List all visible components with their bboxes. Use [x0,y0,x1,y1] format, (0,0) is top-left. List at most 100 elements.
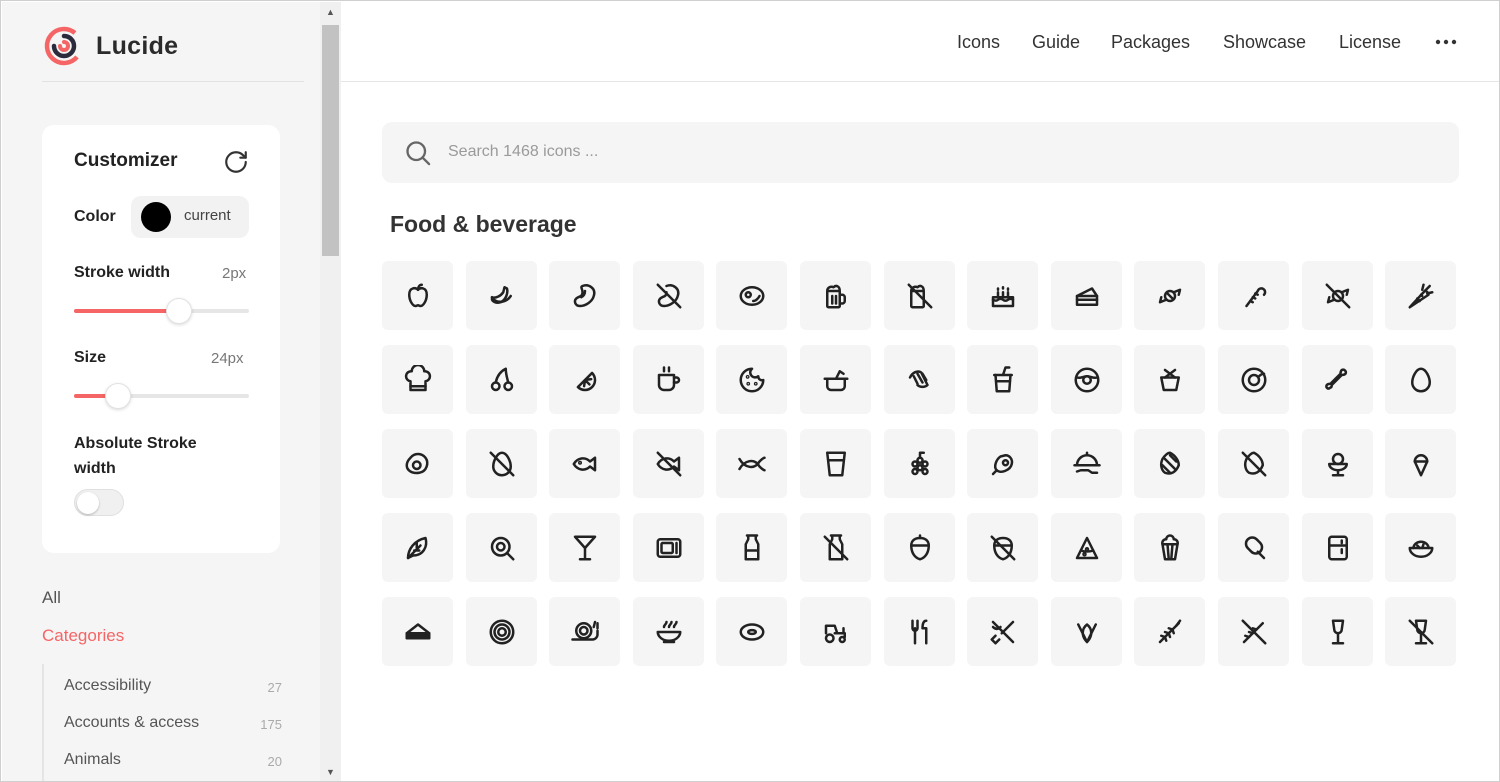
icon-tile-popcorn[interactable] [1134,513,1205,582]
icon-tile-hop-off[interactable] [1218,429,1289,498]
icon-tile-vegan[interactable] [1051,597,1122,666]
icon-tile-nut-off[interactable] [967,513,1038,582]
category-item[interactable]: Accessibility 27 [64,668,282,698]
rotate-cw-icon[interactable] [223,149,249,175]
icon-tile-tractor[interactable] [800,597,871,666]
icon-tile-nut[interactable] [884,513,955,582]
icon-tile-croissant[interactable] [884,345,955,414]
icon-tile-cooking-pot[interactable] [800,345,871,414]
refrigerator-icon [1327,535,1348,560]
color-swatch[interactable] [141,202,171,232]
icon-tile-cup-soda[interactable] [967,345,1038,414]
category-item[interactable]: Accounts & access 175 [64,705,282,735]
size-slider[interactable] [74,383,249,409]
stroke-width-slider[interactable] [74,298,249,324]
icon-tile-dumbbell-bone[interactable] [1302,345,1373,414]
scroll-down-arrow-icon[interactable]: ▼ [320,762,341,781]
icon-tile-ice-cream-bowl[interactable] [1302,429,1373,498]
more-horizontal-icon[interactable] [1435,39,1457,45]
scroll-up-arrow-icon[interactable]: ▲ [320,2,341,22]
icon-tile-cherry[interactable] [466,345,537,414]
slider-thumb[interactable] [166,298,192,324]
nav-packages[interactable]: Packages [1111,32,1190,53]
color-value[interactable]: current [184,207,231,224]
icon-tile-snail[interactable] [549,597,620,666]
nav-all[interactable]: All [42,588,61,608]
ice-cream-bowl-icon [1327,452,1348,476]
icon-tile-shell[interactable] [466,597,537,666]
icon-tile-drumstick[interactable] [1218,345,1289,414]
icon-tile-ice-cream-cone[interactable] [1385,429,1456,498]
icon-tile-wheat-off[interactable] [1218,597,1289,666]
icon-tile-hop[interactable] [1134,429,1205,498]
icon-tile-egg[interactable] [1385,345,1456,414]
icon-tile-lollipop[interactable] [466,513,537,582]
brand[interactable]: Lucide [42,24,178,68]
icon-tile-martini[interactable] [549,513,620,582]
icon-tile-utensils-crossed[interactable] [967,597,1038,666]
icon-tile-salad[interactable] [1385,513,1456,582]
icon-tile-fish-off[interactable] [633,429,704,498]
icon-tile-candy-off[interactable] [1302,261,1373,330]
icon-tile-wine[interactable] [1302,597,1373,666]
icon-tile-cake[interactable] [967,261,1038,330]
icon-tile-chef-hat[interactable] [382,345,453,414]
icon-tile-beer-off[interactable] [884,261,955,330]
icon-tile-egg-off[interactable] [466,429,537,498]
icon-tile-candy-cane[interactable] [1218,261,1289,330]
search-bar[interactable] [382,122,1459,183]
icon-tile-leafy-green[interactable] [382,513,453,582]
icon-tile-glass-water[interactable] [800,429,871,498]
hop-off-icon [1241,451,1266,476]
icon-tile-microwave[interactable] [633,513,704,582]
icon-tile-hand-platter[interactable] [1051,429,1122,498]
slider-thumb[interactable] [104,383,131,409]
search-input[interactable] [448,136,1428,168]
icon-tile-torus[interactable] [716,597,787,666]
apple-icon [407,283,428,307]
size-value: 24px [211,350,244,367]
icon-tile-cake-slice[interactable] [1051,261,1122,330]
icon-tile-beef[interactable] [716,261,787,330]
icon-tile-milk[interactable] [716,513,787,582]
icon-tile-utensils[interactable] [884,597,955,666]
nav-icons[interactable]: Icons [957,32,1000,53]
sidebar-scrollbar[interactable]: ▲ ▼ [320,2,341,781]
category-item[interactable]: Animals 20 [64,742,282,772]
icon-tile-carrot[interactable] [1385,261,1456,330]
icon-tile-soup[interactable] [633,597,704,666]
nav-license[interactable]: License [1339,32,1401,53]
icon-tile-candy[interactable] [1134,261,1205,330]
icon-tile-popsicle[interactable] [1218,513,1289,582]
nav-showcase[interactable]: Showcase [1223,32,1306,53]
icon-tile-cookie[interactable] [716,345,787,414]
icon-tile-fish[interactable] [549,429,620,498]
scroll-thumb[interactable] [322,25,339,256]
icon-tile-dessert[interactable] [1134,345,1205,414]
icon-tile-beer[interactable] [800,261,871,330]
icon-tile-wine-off[interactable] [1385,597,1456,666]
icon-tile-ham[interactable] [967,429,1038,498]
icon-tile-sandwich[interactable] [382,597,453,666]
color-picker[interactable]: current [131,196,249,238]
icon-tile-milk-off[interactable] [800,513,871,582]
icon-tile-bean-off[interactable] [633,261,704,330]
icon-tile-fish-symbol[interactable] [716,429,787,498]
absolute-stroke-toggle[interactable] [74,489,124,516]
icon-tile-coffee[interactable] [633,345,704,414]
icon-tile-refrigerator[interactable] [1302,513,1373,582]
icon-tile-apple[interactable] [382,261,453,330]
customizer-title: Customizer [74,150,178,171]
icon-tile-wheat[interactable] [1134,597,1205,666]
icon-tile-citrus[interactable] [549,345,620,414]
nav-categories[interactable]: Categories [42,626,124,646]
icon-tile-bean[interactable] [549,261,620,330]
icon-tile-egg-fried[interactable] [382,429,453,498]
nut-icon [909,533,930,560]
utensils-icon [910,619,927,644]
icon-tile-pizza[interactable] [1051,513,1122,582]
icon-tile-donut[interactable] [1051,345,1122,414]
icon-tile-banana[interactable] [466,261,537,330]
icon-tile-grape[interactable] [884,429,955,498]
nav-guide[interactable]: Guide [1032,32,1080,53]
